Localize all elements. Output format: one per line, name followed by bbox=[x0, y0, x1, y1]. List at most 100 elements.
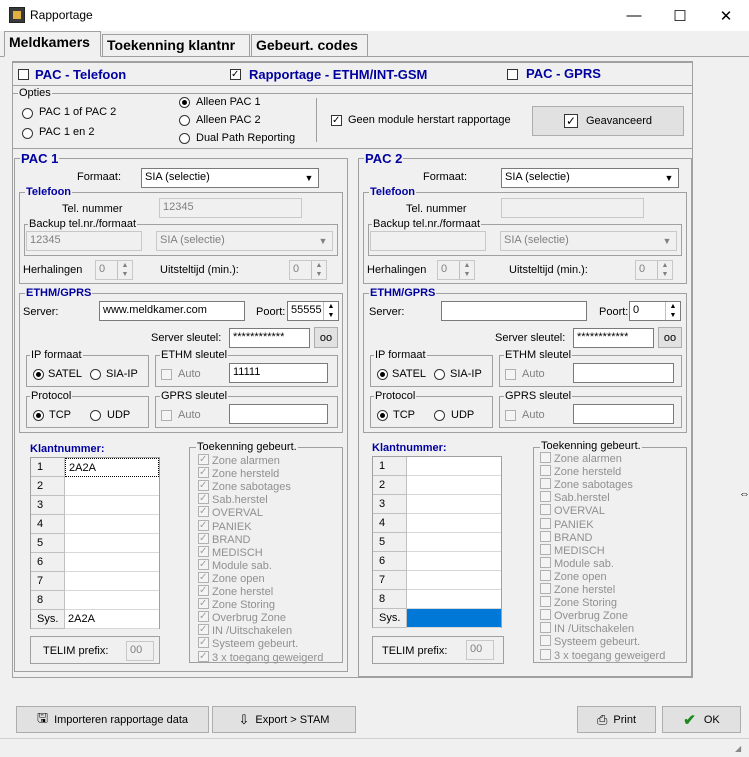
pac1-telnr-field[interactable]: 12345 bbox=[159, 198, 302, 218]
pac1-serverkey-field[interactable]: ************ bbox=[229, 328, 310, 348]
pac1-event-item[interactable]: IN /Uitschakelen bbox=[198, 624, 292, 637]
pac2-herhalingen-spinner[interactable]: 0 ▲ ▼ bbox=[437, 260, 475, 280]
tab-gebeurt-codes[interactable]: Gebeurt. codes bbox=[251, 34, 368, 56]
pac2-event-item[interactable]: PANIEK bbox=[540, 517, 594, 531]
radio-alleen-pac1[interactable] bbox=[179, 97, 190, 108]
pac2-ethm-auto-checkbox[interactable] bbox=[505, 369, 516, 380]
pac-telefoon-checkbox[interactable] bbox=[18, 69, 29, 80]
pac1-row-value[interactable] bbox=[65, 591, 159, 610]
close-button[interactable]: ✕ bbox=[703, 0, 749, 31]
tab-toekenning-klantnr[interactable]: Toekenning klantnr bbox=[102, 34, 250, 56]
geen-module-checkbox[interactable] bbox=[331, 115, 342, 126]
pac2-satel-radio[interactable] bbox=[377, 369, 388, 380]
pac1-event-item[interactable]: Overbrug Zone bbox=[198, 611, 286, 624]
pac1-row-value[interactable] bbox=[65, 553, 159, 572]
pac1-event-item[interactable]: Zone alarmen bbox=[198, 454, 280, 467]
pac1-row-value[interactable] bbox=[65, 496, 159, 515]
pac1-event-item[interactable]: Zone sabotages bbox=[198, 480, 291, 493]
pac1-gprs-auto-checkbox[interactable] bbox=[161, 410, 172, 421]
pac1-ethm-auto-checkbox[interactable] bbox=[161, 369, 172, 380]
pac1-row-value[interactable] bbox=[65, 515, 159, 534]
rapportage-ethm-checkbox[interactable] bbox=[230, 69, 241, 80]
pac2-show-key-button[interactable]: oo bbox=[658, 327, 682, 348]
pac1-event-item[interactable]: Zone hersteld bbox=[198, 467, 279, 480]
pac1-event-item[interactable]: MEDISCH bbox=[198, 545, 263, 559]
pac2-udp-radio[interactable] bbox=[434, 410, 445, 421]
pac2-event-item[interactable]: 3 x toegang geweigerd bbox=[540, 648, 665, 662]
pac1-row-value[interactable] bbox=[65, 534, 159, 553]
pac2-tcp-radio[interactable] bbox=[377, 410, 388, 421]
pac1-server-field[interactable]: www.meldkamer.com bbox=[99, 301, 245, 321]
pac2-row-value[interactable] bbox=[407, 476, 501, 495]
pac1-event-item[interactable]: PANIEK bbox=[198, 519, 252, 533]
ok-button[interactable]: ✔ OK bbox=[662, 706, 741, 733]
pac1-uitstel-spinner[interactable]: 0 ▲ ▼ bbox=[289, 260, 327, 280]
resize-grip-icon[interactable]: ◢ bbox=[735, 744, 745, 754]
pac1-telim-field[interactable]: 00 bbox=[126, 641, 154, 661]
pac1-event-item[interactable]: Zone herstel bbox=[198, 585, 273, 598]
pac2-siaip-radio[interactable] bbox=[434, 369, 445, 380]
pac1-udp-radio[interactable] bbox=[90, 410, 101, 421]
pac2-event-item[interactable]: OVERVAL bbox=[540, 504, 605, 517]
pac2-row-value[interactable] bbox=[407, 590, 501, 609]
pac2-gprs-auto-checkbox[interactable] bbox=[505, 410, 516, 421]
pac2-klant-grid[interactable]: 1 2 3 4 5 6 7 8 Sys. bbox=[372, 456, 502, 628]
pac2-row-value[interactable] bbox=[407, 571, 501, 590]
pac2-serverkey-field[interactable]: ************ bbox=[573, 328, 654, 348]
pac1-event-item[interactable]: Sab.herstel bbox=[198, 493, 268, 506]
tab-meldkamers[interactable]: Meldkamers bbox=[4, 31, 101, 57]
pac1-backup-format-select[interactable]: SIA (selectie) ▼ bbox=[156, 231, 333, 251]
pac1-event-item[interactable]: Module sab. bbox=[198, 558, 272, 572]
pac1-poort-spinner[interactable]: 55555 ▲ ▼ bbox=[287, 301, 339, 321]
pac2-row-value[interactable] bbox=[407, 609, 501, 628]
radio-pac1-en-2[interactable] bbox=[22, 128, 33, 139]
pac2-event-item[interactable]: MEDISCH bbox=[540, 543, 605, 557]
pac2-server-field[interactable] bbox=[441, 301, 587, 321]
pac2-poort-spinner[interactable]: 0 ▲ ▼ bbox=[629, 301, 681, 321]
pac1-event-item[interactable]: Systeem gebeurt. bbox=[198, 637, 298, 650]
maximize-button[interactable]: ☐ bbox=[657, 0, 703, 31]
print-button[interactable]: ⎙ Print bbox=[577, 706, 656, 733]
pac1-satel-radio[interactable] bbox=[33, 369, 44, 380]
pac2-telnr-field[interactable] bbox=[501, 198, 644, 218]
pac2-row-value[interactable] bbox=[407, 457, 501, 476]
pac1-formaat-select[interactable]: SIA (selectie) ▼ bbox=[141, 168, 319, 188]
pac2-event-item[interactable]: Zone open bbox=[540, 569, 607, 583]
pac1-ethmkey-field[interactable]: 11111 bbox=[229, 363, 328, 383]
pac1-event-item[interactable]: 3 x toegang geweigerd bbox=[198, 650, 323, 664]
pac2-event-item[interactable]: Sab.herstel bbox=[540, 491, 610, 504]
pac1-herhalingen-spinner[interactable]: 0 ▲ ▼ bbox=[95, 260, 133, 280]
minimize-button[interactable]: — bbox=[611, 0, 657, 31]
radio-alleen-pac2[interactable] bbox=[179, 115, 190, 126]
pac2-gprskey-field[interactable] bbox=[573, 404, 674, 424]
pac1-tcp-radio[interactable] bbox=[33, 410, 44, 421]
pac1-row-value[interactable] bbox=[65, 477, 159, 496]
geavanceerd-button[interactable]: ✓ Geavanceerd bbox=[532, 106, 684, 136]
import-button[interactable]: 🖫 Importeren rapportage data bbox=[16, 706, 209, 733]
pac1-show-key-button[interactable]: oo bbox=[314, 327, 338, 348]
pac2-event-item[interactable]: Zone sabotages bbox=[540, 478, 633, 491]
pac1-event-item[interactable]: Zone open bbox=[198, 571, 265, 585]
pac1-siaip-radio[interactable] bbox=[90, 369, 101, 380]
pac2-event-item[interactable]: Systeem gebeurt. bbox=[540, 635, 640, 648]
export-button[interactable]: ⇩ Export > STAM bbox=[212, 706, 356, 733]
pac2-event-item[interactable]: Zone hersteld bbox=[540, 465, 621, 478]
pac1-row-value[interactable] bbox=[65, 572, 159, 591]
pac2-row-value[interactable] bbox=[407, 514, 501, 533]
pac2-backup-format-select[interactable]: SIA (selectie) ▼ bbox=[500, 231, 677, 251]
pac2-event-item[interactable]: Module sab. bbox=[540, 556, 614, 570]
pac2-formaat-select[interactable]: SIA (selectie) ▼ bbox=[501, 168, 679, 188]
pac-gprs-checkbox[interactable] bbox=[507, 69, 518, 80]
pac2-telim-field[interactable]: 00 bbox=[466, 640, 494, 660]
pac1-event-item[interactable]: OVERVAL bbox=[198, 506, 263, 519]
pac2-event-item[interactable]: Overbrug Zone bbox=[540, 609, 628, 622]
pac1-event-item[interactable]: BRAND bbox=[198, 532, 251, 546]
pac2-event-item[interactable]: IN /Uitschakelen bbox=[540, 622, 634, 635]
pac1-gprskey-field[interactable] bbox=[229, 404, 328, 424]
pac2-row-value[interactable] bbox=[407, 552, 501, 571]
pac1-row-value[interactable]: 2A2A bbox=[65, 610, 159, 629]
pac2-event-item[interactable]: Zone alarmen bbox=[540, 452, 622, 465]
pac1-event-item[interactable]: Zone Storing bbox=[198, 598, 275, 611]
pac2-row-value[interactable] bbox=[407, 533, 501, 552]
pac2-event-item[interactable]: BRAND bbox=[540, 530, 593, 544]
